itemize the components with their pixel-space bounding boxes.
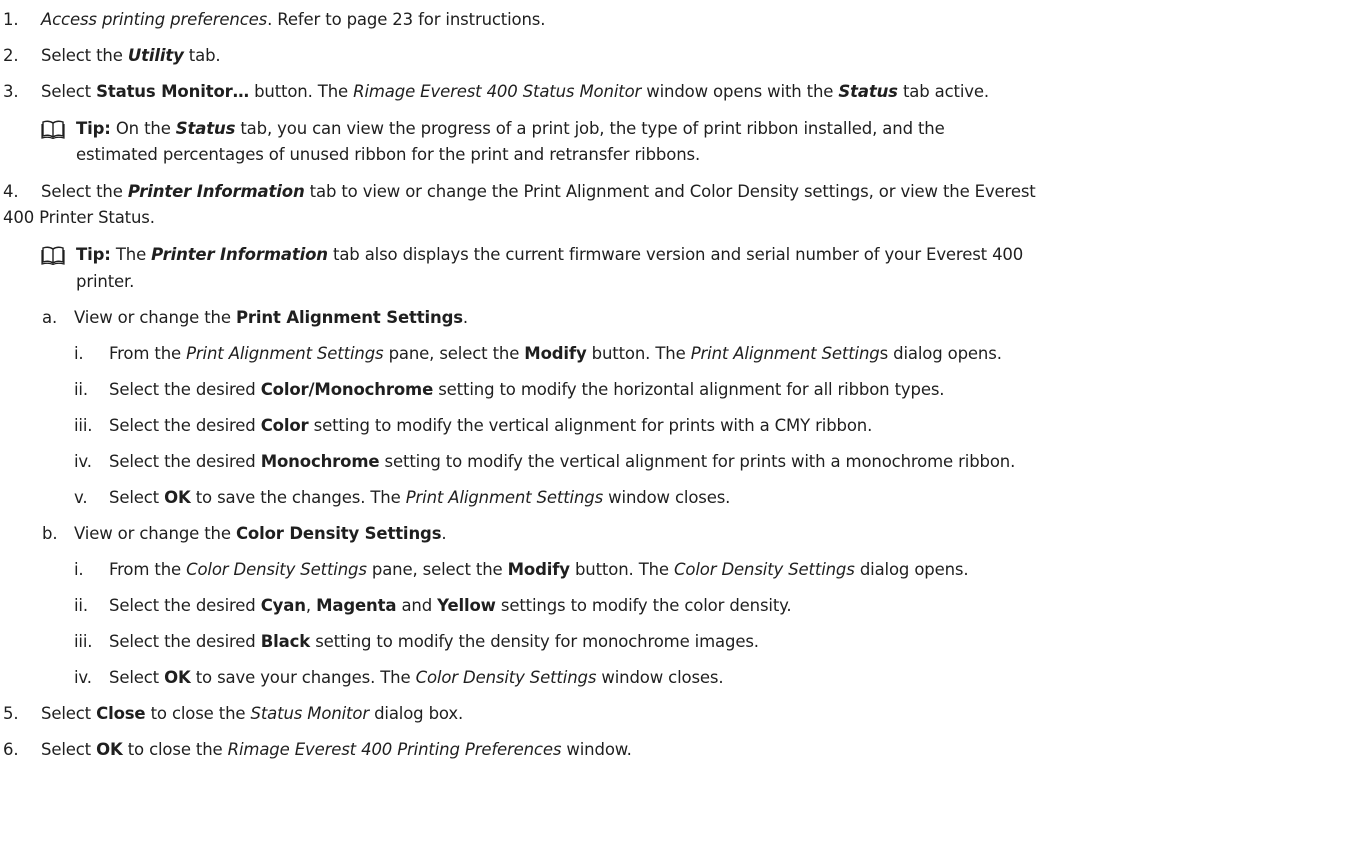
- substep-text: View or change the Print Alignment Setti…: [74, 308, 469, 327]
- step-text: Select Close to close the Status Monitor…: [41, 704, 464, 723]
- step-number: 3.: [3, 82, 19, 101]
- roman-text: Select the desired Monochrome setting to…: [109, 452, 1016, 471]
- tip-text: Tip: On the Status tab, you can view the…: [76, 119, 945, 138]
- roman-text: Select OK to save your changes. The Colo…: [109, 668, 724, 687]
- book-icon: [41, 119, 69, 140]
- roman-text: Select the desired Color setting to modi…: [109, 416, 873, 435]
- roman-numeral: iii.: [74, 416, 93, 435]
- roman-text: From the Color Density Settings pane, se…: [109, 560, 969, 579]
- step-text: 400 Printer Status.: [3, 208, 155, 227]
- step-number: 4.: [3, 182, 19, 201]
- roman-numeral: ii.: [74, 380, 88, 399]
- step-number: 2.: [3, 46, 19, 65]
- step-text: Select Status Monitor… button. The Rimag…: [41, 82, 990, 101]
- roman-numeral: v.: [74, 488, 88, 507]
- roman-numeral: iii.: [74, 632, 93, 651]
- roman-text: Select OK to save the changes. The Print…: [109, 488, 731, 507]
- substep-letter: b.: [42, 524, 58, 543]
- step-number: 6.: [3, 740, 19, 759]
- roman-text: From the Print Alignment Settings pane, …: [109, 344, 1002, 363]
- step-text: Select OK to close the Rimage Everest 40…: [41, 740, 632, 759]
- step-text: Select the Printer Information tab to vi…: [41, 182, 1036, 201]
- roman-numeral: i.: [74, 560, 84, 579]
- tip-text: printer.: [76, 272, 135, 291]
- step-text: Select the Utility tab.: [41, 46, 221, 65]
- tip-text: estimated percentages of unused ribbon f…: [76, 145, 701, 164]
- roman-text: Select the desired Cyan, Magenta and Yel…: [109, 596, 792, 615]
- step-number: 1.: [3, 10, 19, 29]
- substep-text: View or change the Color Density Setting…: [74, 524, 447, 543]
- roman-numeral: ii.: [74, 596, 88, 615]
- roman-text: Select the desired Color/Monochrome sett…: [109, 380, 945, 399]
- roman-text: Select the desired Black setting to modi…: [109, 632, 759, 651]
- tip-text: Tip: The Printer Information tab also di…: [76, 245, 1024, 264]
- roman-numeral: iv.: [74, 452, 92, 471]
- roman-numeral: iv.: [74, 668, 92, 687]
- step-text: Access printing preferences. Refer to pa…: [41, 10, 546, 29]
- substep-letter: a.: [42, 308, 58, 327]
- step-number: 5.: [3, 704, 19, 723]
- book-icon: [41, 245, 69, 266]
- roman-numeral: i.: [74, 344, 84, 363]
